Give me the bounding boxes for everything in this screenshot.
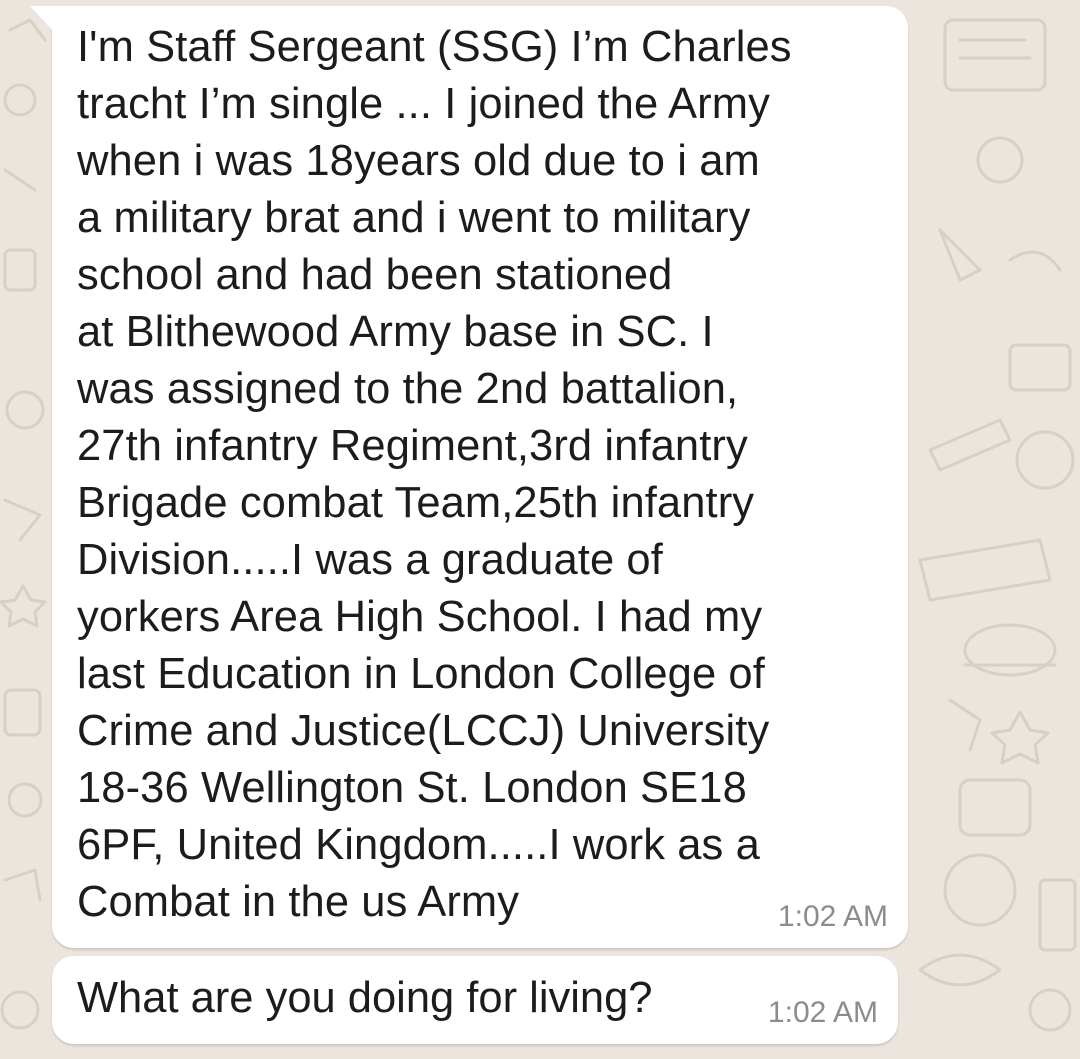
message-timestamp: 1:02 AM — [777, 900, 888, 933]
bubble-tail — [30, 6, 54, 32]
incoming-message-bubble[interactable]: I'm Staff Sergeant (SSG) I’m Charles tra… — [30, 6, 908, 948]
incoming-message-bubble[interactable]: What are you doing for living? 1:02 AM — [52, 956, 898, 1044]
message-text: What are you doing for living? — [77, 974, 653, 1022]
message-timestamp: 1:02 AM — [767, 996, 878, 1029]
message-text: I'm Staff Sergeant (SSG) I’m Charles tra… — [77, 23, 792, 926]
